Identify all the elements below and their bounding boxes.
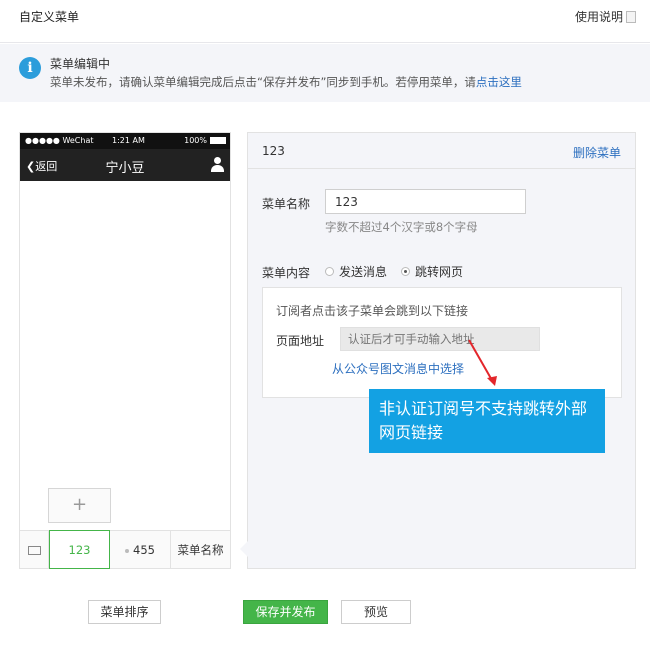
radio-selected-icon <box>401 267 411 276</box>
menu-editor-panel: 123 删除菜单 菜单名称 字数不超过4个汉字或8个字母 菜单内容 发送消息 跳… <box>240 132 636 569</box>
redirect-description: 订阅者点击该子菜单会跳到以下链接 <box>276 304 469 318</box>
page: 自定义菜单 使用说明 i 菜单编辑中 菜单未发布，请确认菜单编辑完成后点击“保存… <box>0 0 650 651</box>
phone-nav-bar: ❮返回 宁小豆 <box>20 149 230 181</box>
top-bar: 自定义菜单 使用说明 <box>0 0 650 43</box>
notice-title: 菜单编辑中 <box>50 57 111 71</box>
battery-indicator: 100% <box>184 136 226 145</box>
menu-content-label: 菜单内容 <box>262 266 311 280</box>
carrier-label: ●●●●● WeChat <box>25 136 94 145</box>
submenu-dot-icon <box>125 548 130 553</box>
account-name: 宁小豆 <box>105 161 145 176</box>
preview-button[interactable]: 预览 <box>341 600 411 624</box>
battery-icon <box>210 137 226 144</box>
user-icon <box>210 157 224 173</box>
panel-pointer <box>240 541 248 557</box>
editor-menu-name: 123 <box>262 144 285 158</box>
menu-name-hint: 字数不超过4个汉字或8个字母 <box>325 220 478 234</box>
menu-item-455-label: 455 <box>133 543 155 557</box>
page-url-label: 页面地址 <box>276 334 325 348</box>
editor-header: 123 删除菜单 <box>248 133 635 169</box>
notice-banner: i 菜单编辑中 菜单未发布，请确认菜单编辑完成后点击“保存并发布”同步到手机。若… <box>0 44 650 102</box>
radio-redirect-page-label: 跳转网页 <box>415 265 464 279</box>
annotation-callout: 非认证订阅号不支持跳转外部网页链接 <box>369 389 605 453</box>
phone-status-bar: ●●●●● WeChat 1:21 AM 100% <box>20 133 230 149</box>
help-link[interactable]: 使用说明 <box>575 8 636 25</box>
page-title: 自定义菜单 <box>19 10 80 24</box>
content-type-options: 发送消息 跳转网页 <box>325 263 463 280</box>
page-url-input[interactable] <box>340 327 540 351</box>
menu-item-123[interactable]: 123 <box>49 530 110 569</box>
add-submenu-button[interactable]: + <box>48 488 111 523</box>
info-icon: i <box>19 57 41 79</box>
menu-name-label: 菜单名称 <box>262 197 311 211</box>
delete-menu-link[interactable]: 删除菜单 <box>573 144 621 161</box>
pick-article-link[interactable]: 从公众号图文消息中选择 <box>332 360 464 377</box>
menu-name-input[interactable] <box>325 189 526 214</box>
menu-bar: 123 455 菜单名称 <box>20 530 230 569</box>
radio-send-message-label: 发送消息 <box>339 265 388 279</box>
keyboard-icon <box>20 531 49 569</box>
battery-label: 100% <box>184 136 207 145</box>
menu-item-add[interactable]: 菜单名称 <box>171 531 230 569</box>
menu-sort-button[interactable]: 菜单排序 <box>88 600 161 624</box>
notice-text: 菜单未发布，请确认菜单编辑完成后点击“保存并发布”同步到手机。若停用菜单，请点击… <box>50 74 522 90</box>
save-publish-button[interactable]: 保存并发布 <box>243 600 328 624</box>
document-icon <box>626 10 636 23</box>
radio-redirect-page[interactable]: 跳转网页 <box>401 263 463 280</box>
notice-text-prefix: 菜单未发布，请确认菜单编辑完成后点击“保存并发布”同步到手机。若停用菜单，请 <box>50 75 476 89</box>
annotation-arrow-icon <box>468 339 497 386</box>
menu-item-455[interactable]: 455 <box>110 531 171 569</box>
radio-send-message[interactable]: 发送消息 <box>325 263 387 280</box>
disable-menu-link[interactable]: 点击这里 <box>476 75 522 89</box>
help-label: 使用说明 <box>574 10 623 24</box>
redirect-settings-box: 订阅者点击该子菜单会跳到以下链接 页面地址 从公众号图文消息中选择 <box>262 287 622 398</box>
status-time: 1:21 AM <box>112 136 145 145</box>
radio-icon <box>325 267 334 276</box>
phone-preview: ●●●●● WeChat 1:21 AM 100% ❮返回 宁小豆 + 123 … <box>19 132 231 569</box>
